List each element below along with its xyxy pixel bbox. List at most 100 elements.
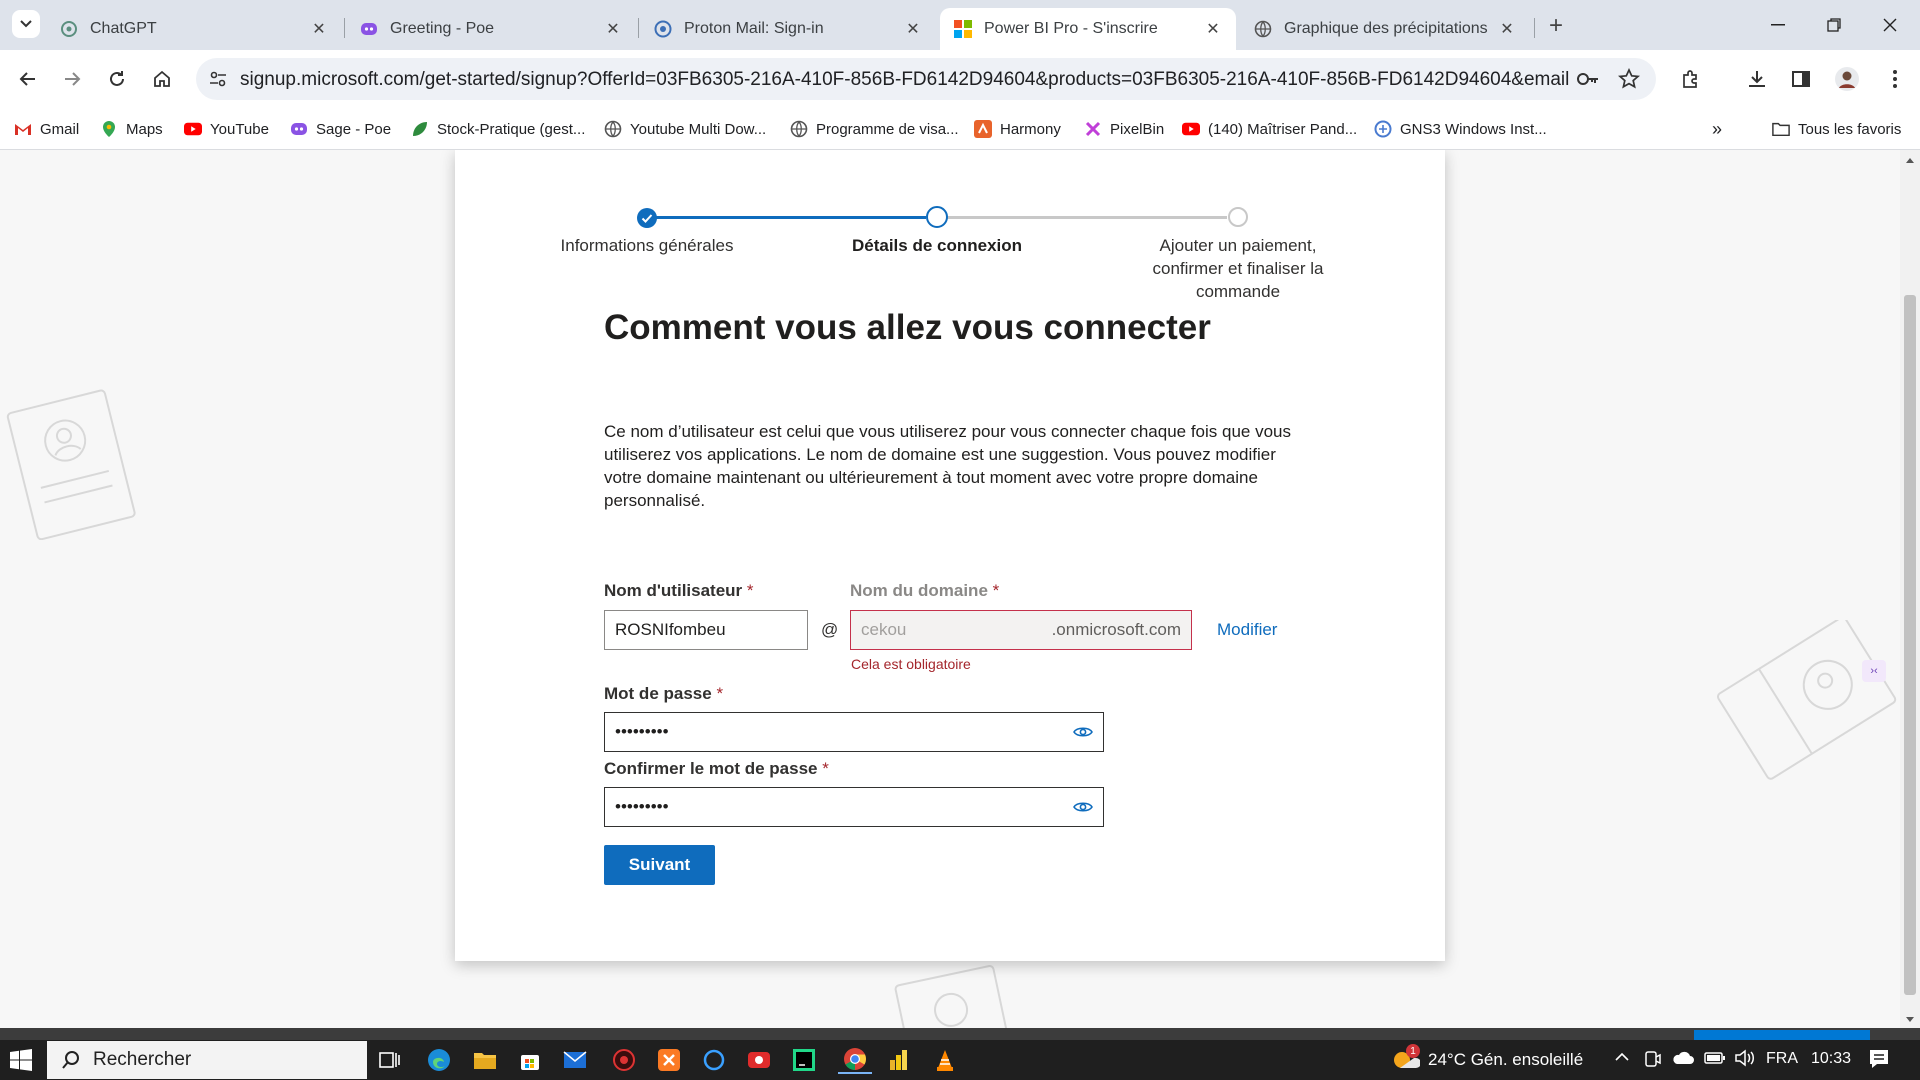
tab-divider	[638, 18, 639, 38]
xampp-icon[interactable]	[655, 1046, 683, 1074]
mail-icon[interactable]	[561, 1046, 589, 1074]
tab-divider	[344, 18, 345, 38]
back-button[interactable]	[13, 64, 43, 94]
chrome-icon[interactable]	[838, 1046, 872, 1074]
home-button[interactable]	[147, 64, 177, 94]
bookmark-gns3[interactable]: GNS3 Windows Inst...	[1374, 118, 1547, 140]
username-input[interactable]: ROSNIfombeu	[604, 610, 808, 650]
tab-power-bi[interactable]: Power BI Pro - S'inscrire ✕	[940, 8, 1236, 50]
required-mark: *	[746, 581, 754, 600]
search-placeholder: Rechercher	[93, 1049, 192, 1070]
next-button[interactable]: Suivant	[604, 845, 715, 885]
bookmarks-overflow-button[interactable]: »	[1712, 118, 1722, 140]
close-icon	[1883, 18, 1897, 32]
close-tab-icon[interactable]: ✕	[1204, 20, 1222, 38]
domain-suffix: .onmicrosoft.com	[1051, 620, 1181, 639]
weather-icon[interactable]: 1	[1390, 1044, 1421, 1074]
new-tab-button[interactable]: +	[1542, 12, 1570, 40]
scroll-down-icon[interactable]	[1905, 1016, 1915, 1024]
browser-menu-button[interactable]	[1880, 64, 1910, 94]
password-input[interactable]: •••••••••	[604, 712, 1104, 752]
tab-proton[interactable]: Proton Mail: Sign-in ✕	[640, 8, 936, 50]
site-settings-icon[interactable]	[208, 69, 228, 94]
notifications-icon[interactable]	[1868, 1048, 1890, 1075]
bookmark-gmail[interactable]: Gmail	[14, 118, 79, 140]
forward-button[interactable]	[57, 64, 87, 94]
recorder-icon[interactable]	[745, 1046, 773, 1074]
meet-now-icon[interactable]	[1644, 1049, 1662, 1074]
modify-domain-link[interactable]: Modifier	[1217, 620, 1277, 640]
cortana-icon[interactable]	[700, 1046, 728, 1074]
tab-graphique[interactable]: Graphique des précipitations ✕	[1240, 8, 1530, 50]
windows-taskbar: Rechercher 1 24°C Gén. ensoleillé FRA 10…	[0, 1040, 1920, 1080]
bookmark-youtube[interactable]: YouTube	[184, 118, 269, 140]
tab-title: Proton Mail: Sign-in	[684, 20, 824, 37]
domain-input[interactable]: cekou .onmicrosoft.com	[850, 610, 1192, 650]
weather-text[interactable]: 24°C Gén. ensoleillé	[1428, 1050, 1583, 1070]
bookmark-label: PixelBin	[1110, 120, 1165, 138]
close-window-button[interactable]	[1862, 0, 1918, 50]
show-password-icon[interactable]	[1073, 723, 1093, 741]
restore-button[interactable]	[1806, 0, 1862, 50]
bookmark-harmony[interactable]: Harmony	[974, 118, 1061, 140]
downloads-button[interactable]	[1742, 64, 1772, 94]
all-bookmarks-button[interactable]: Tous les favoris	[1772, 118, 1901, 140]
maps-icon	[100, 120, 118, 138]
battery-icon[interactable]	[1704, 1049, 1726, 1072]
clock[interactable]: 10:33	[1811, 1050, 1851, 1068]
power-bi-icon[interactable]	[885, 1046, 913, 1074]
bookmark-maps[interactable]: Maps	[100, 118, 163, 140]
reload-button[interactable]	[102, 64, 132, 94]
language-indicator[interactable]: FRA	[1766, 1050, 1798, 1068]
close-tab-icon[interactable]: ✕	[904, 20, 922, 38]
side-panel-button[interactable]	[1786, 64, 1816, 94]
domain-label-text: Nom du domaine	[850, 581, 988, 600]
bookmark-pixelbin[interactable]: PixelBin	[1084, 118, 1164, 140]
poe-icon	[290, 120, 308, 138]
address-bar[interactable]: signup.microsoft.com/get-started/signup?…	[196, 58, 1656, 100]
confirm-password-input[interactable]: •••••••••	[604, 787, 1104, 827]
tab-poe[interactable]: Greeting - Poe ✕	[346, 8, 636, 50]
show-hidden-icons-icon[interactable]	[1614, 1047, 1630, 1072]
username-value: ROSNIfombeu	[615, 620, 726, 639]
restore-icon	[1827, 18, 1841, 32]
windows-start-button[interactable]	[10, 1049, 32, 1076]
bookmark-programme-visa[interactable]: Programme de visa...	[790, 118, 959, 140]
bookmark-stock-pratique[interactable]: Stock-Pratique (gest...	[411, 118, 585, 140]
double-chevron-right-icon: »	[1712, 118, 1723, 139]
gns3-icon	[1374, 120, 1392, 138]
bookmark-label: Stock-Pratique (gest...	[437, 120, 586, 138]
bookmark-star-icon[interactable]	[1617, 67, 1641, 95]
onedrive-icon[interactable]	[1672, 1049, 1694, 1072]
profile-button[interactable]	[1832, 64, 1862, 94]
bookmark-sage-poe[interactable]: Sage - Poe	[290, 118, 391, 140]
extensions-button[interactable]	[1676, 64, 1706, 94]
tab-chatgpt[interactable]: ChatGPT ✕	[46, 8, 342, 50]
file-explorer-icon[interactable]	[471, 1046, 499, 1074]
close-tab-icon[interactable]: ✕	[604, 20, 622, 38]
show-password-icon[interactable]	[1073, 798, 1093, 816]
close-tab-icon[interactable]: ✕	[310, 20, 328, 38]
task-view-icon[interactable]	[376, 1046, 404, 1074]
minimize-button[interactable]	[1750, 0, 1806, 50]
bookmark-youtube-multi[interactable]: Youtube Multi Dow...	[604, 118, 766, 140]
store-icon[interactable]	[516, 1046, 544, 1074]
tab-search-button[interactable]	[12, 10, 40, 38]
vlc-icon[interactable]	[931, 1046, 959, 1074]
key-icon[interactable]	[1576, 69, 1600, 94]
bookmark-label: (140) Maîtriser Pand...	[1208, 120, 1358, 138]
taskbar-search-box[interactable]: Rechercher	[47, 1041, 367, 1079]
volume-icon[interactable]	[1734, 1049, 1756, 1072]
chatgpt-icon	[60, 20, 78, 38]
scroll-up-icon[interactable]	[1905, 156, 1915, 164]
pycharm-icon[interactable]	[790, 1046, 818, 1074]
vertical-scrollbar[interactable]	[1900, 150, 1920, 1030]
close-tab-icon[interactable]: ✕	[1498, 20, 1516, 38]
security-app-icon[interactable]	[610, 1046, 638, 1074]
extension-badge-icon[interactable]: ›‹	[1862, 660, 1886, 682]
url-text[interactable]: signup.microsoft.com/get-started/signup?…	[240, 69, 1570, 91]
edge-icon[interactable]	[425, 1046, 453, 1074]
bookmark-maitriser-pandas[interactable]: (140) Maîtriser Pand...	[1182, 118, 1357, 140]
scrollbar-thumb[interactable]	[1904, 295, 1916, 995]
page-content: Informations générales Détails de connex…	[0, 150, 1900, 1030]
